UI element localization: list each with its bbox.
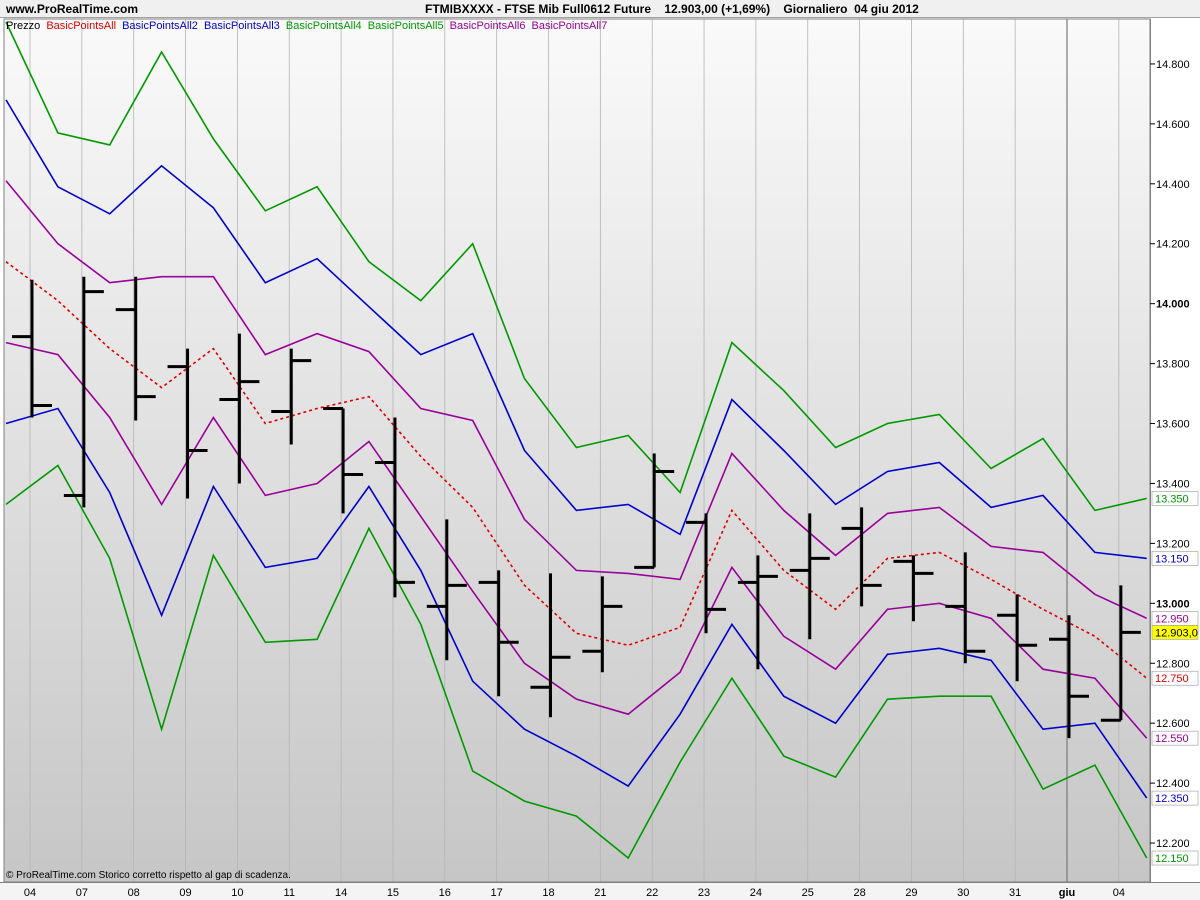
y-tick-label: 13.400 — [1156, 478, 1190, 490]
y-tick-label: 14.000 — [1156, 299, 1190, 311]
x-tick-label: 31 — [1009, 887, 1021, 899]
plot-area — [4, 19, 1150, 882]
x-tick-label: 09 — [179, 887, 191, 899]
y-tick-label: 12.600 — [1156, 718, 1190, 730]
value-label: 12.150 — [1155, 853, 1189, 865]
y-tick-label: 12.400 — [1156, 778, 1190, 790]
footer-note: © ProRealTime.com Storico corretto rispe… — [6, 870, 291, 881]
value-label: 13.150 — [1155, 553, 1189, 565]
chart-title: FTMIBXXXX - FTSE Mib Full0612 Future 12.… — [425, 2, 919, 16]
legend-series-3: BasicPointsAll3 — [204, 20, 280, 32]
y-tick-label: 12.800 — [1156, 658, 1190, 670]
x-tick-label: giu — [1059, 887, 1076, 899]
x-tick-label: 04 — [24, 887, 36, 899]
price-chart: www.ProRealTime.com FTMIBXXXX - FTSE Mib… — [0, 0, 1200, 900]
y-tick-label: 14.800 — [1156, 59, 1190, 71]
x-tick-label: 10 — [231, 887, 243, 899]
x-tick-label: 16 — [439, 887, 451, 899]
legend-series-2: BasicPointsAll2 — [122, 20, 198, 32]
site-link[interactable]: www.ProRealTime.com — [5, 2, 138, 16]
y-tick-label: 14.400 — [1156, 179, 1190, 191]
price-axis — [1150, 19, 1200, 882]
y-tick-label: 14.600 — [1156, 119, 1190, 131]
x-tick-label: 29 — [905, 887, 917, 899]
value-label: 12.950 — [1155, 613, 1189, 625]
x-tick-label: 08 — [128, 887, 140, 899]
x-tick-label: 30 — [957, 887, 969, 899]
value-label: 13.350 — [1155, 493, 1189, 505]
legend-series-1: BasicPointsAll — [46, 20, 116, 32]
y-tick-label: 13.000 — [1156, 598, 1190, 610]
x-tick-label: 14 — [335, 887, 347, 899]
legend: Prezzo BasicPointsAll BasicPointsAll2 Ba… — [6, 20, 607, 32]
x-tick-label: 04 — [1113, 887, 1125, 899]
x-tick-label: 21 — [594, 887, 606, 899]
x-tick-label: 17 — [491, 887, 503, 899]
value-label: 12.550 — [1155, 733, 1189, 745]
y-tick-label: 13.800 — [1156, 359, 1190, 371]
y-tick-label: 13.600 — [1156, 419, 1190, 431]
x-tick-label: 22 — [646, 887, 658, 899]
value-label: 12.750 — [1155, 673, 1189, 685]
value-label: 12.903,0 — [1155, 627, 1198, 639]
x-tick-label: 18 — [542, 887, 554, 899]
x-tick-label: 11 — [284, 887, 295, 899]
legend-series-4: BasicPointsAll4 — [286, 20, 362, 32]
x-tick-label: 15 — [387, 887, 399, 899]
legend-series-6: BasicPointsAll6 — [450, 20, 526, 32]
x-tick-label: 07 — [76, 887, 88, 899]
x-tick-label: 24 — [750, 887, 762, 899]
y-tick-label: 13.200 — [1156, 538, 1190, 550]
legend-series-7: BasicPointsAll7 — [532, 20, 608, 32]
legend-price: Prezzo — [6, 20, 40, 32]
x-tick-label: 25 — [802, 887, 814, 899]
y-tick-label: 14.200 — [1156, 239, 1190, 251]
value-label: 12.350 — [1155, 793, 1189, 805]
x-tick-label: 28 — [853, 887, 865, 899]
x-tick-label: 23 — [698, 887, 710, 899]
legend-series-5: BasicPointsAll5 — [368, 20, 444, 32]
y-tick-label: 12.200 — [1156, 838, 1190, 850]
